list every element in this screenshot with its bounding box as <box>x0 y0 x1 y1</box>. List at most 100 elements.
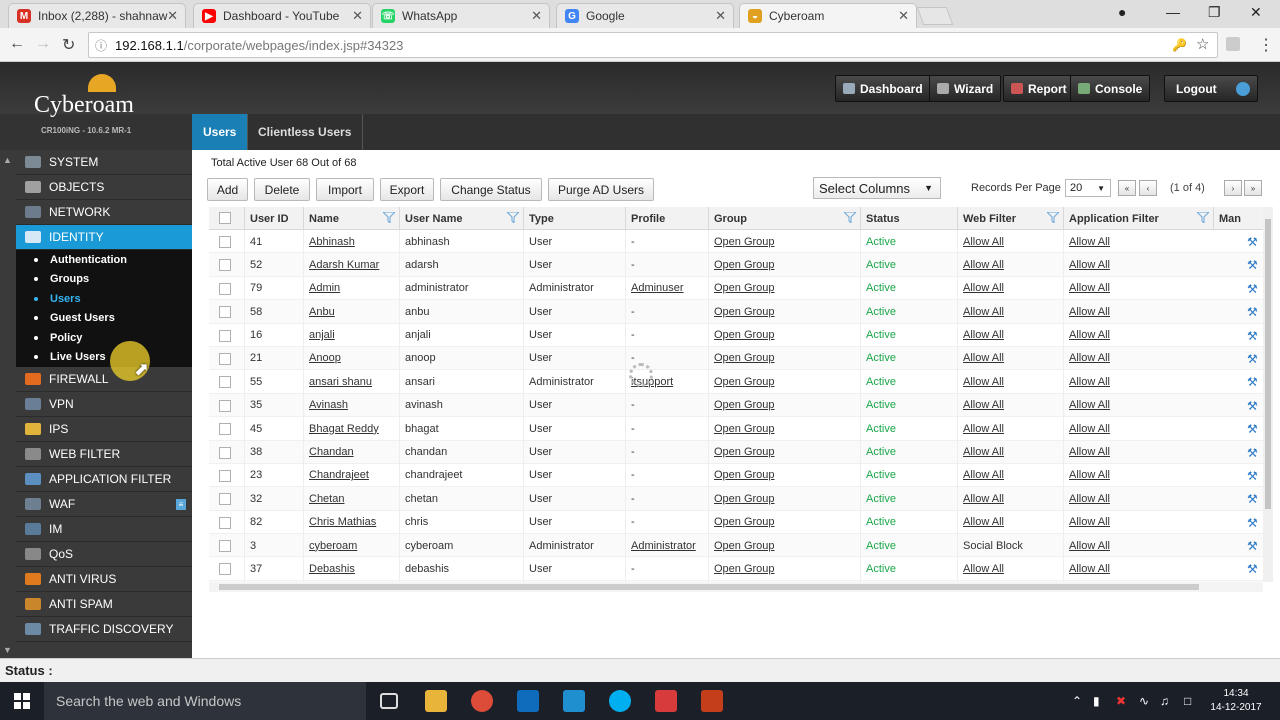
table-row[interactable]: 52 Adarsh Kumar adarsh User - Open Group Activ… <box>209 253 1263 277</box>
cell-web-filter[interactable]: Allow All <box>957 510 1063 534</box>
sidebar-item-ips[interactable]: IPS <box>16 417 192 442</box>
close-tab-icon[interactable]: ✕ <box>898 8 909 24</box>
cell-group[interactable]: Open Group <box>708 346 860 370</box>
cell-name[interactable]: Chetan <box>303 487 399 511</box>
cell-name[interactable]: Avinash <box>303 393 399 417</box>
sidebar-item-qos[interactable]: QoS <box>16 542 192 567</box>
row-checkbox[interactable] <box>219 423 231 436</box>
cell-name[interactable]: Chandrajeet <box>303 463 399 487</box>
filter-icon[interactable] <box>507 212 519 223</box>
row-checkbox[interactable] <box>219 282 231 295</box>
filter-icon[interactable] <box>1197 212 1209 223</box>
cell-group[interactable]: Open Group <box>708 487 860 511</box>
new-tab-button[interactable] <box>916 7 954 25</box>
table-horizontal-scrollbar[interactable] <box>209 582 1263 592</box>
cell-group[interactable]: Open Group <box>708 557 860 581</box>
cell-name[interactable]: Debashis <box>303 557 399 581</box>
cell-group[interactable]: Open Group <box>708 253 860 277</box>
table-row[interactable]: 23 Chandrajeet chandrajeet User - Open Group A… <box>209 463 1263 488</box>
key-icon[interactable]: 🔑 <box>1172 38 1187 52</box>
sidebar-subitem-guest-users[interactable]: Guest Users <box>16 308 192 328</box>
cell-application-filter[interactable]: Allow All <box>1063 346 1213 370</box>
wizard-button[interactable]: Wizard <box>929 75 1002 102</box>
sidebar-item-waf[interactable]: WAF ≡ <box>16 492 192 517</box>
cell-group[interactable]: Open Group <box>708 417 860 441</box>
edit-wrench-icon[interactable]: ⚒ <box>1247 469 1258 483</box>
table-row[interactable]: 16 anjali anjali User - Open Group Active Allow… <box>209 323 1263 347</box>
edit-wrench-icon[interactable]: ⚒ <box>1247 562 1258 576</box>
cell-application-filter[interactable]: Allow All <box>1063 417 1213 441</box>
row-checkbox[interactable] <box>219 446 231 459</box>
records-per-page-select[interactable]: 20 ▼ <box>1065 179 1111 197</box>
cell-group[interactable]: Open Group <box>708 323 860 347</box>
cell-name[interactable]: ansari shanu <box>303 370 399 394</box>
row-checkbox[interactable] <box>219 563 231 576</box>
file-explorer-icon[interactable] <box>425 690 447 712</box>
next-page-icon[interactable]: › <box>1224 180 1242 196</box>
task-view-icon[interactable] <box>380 693 398 709</box>
browser-tab[interactable]: ▶ Dashboard - YouTube ✕ <box>193 3 371 28</box>
page-info-icon[interactable]: ⓘ <box>95 37 107 54</box>
column-header-type[interactable]: Type <box>523 207 625 230</box>
cell-web-filter[interactable]: Allow All <box>957 463 1063 487</box>
console-button[interactable]: Console <box>1070 75 1151 102</box>
close-tab-icon[interactable]: ✕ <box>715 8 726 24</box>
sidebar-item-im[interactable]: IM <box>16 517 192 542</box>
edit-wrench-icon[interactable]: ⚒ <box>1247 446 1258 460</box>
sidebar-item-traffic-discovery[interactable]: TRAFFIC DISCOVERY <box>16 617 192 642</box>
back-icon[interactable]: ← <box>9 35 25 53</box>
filter-icon[interactable] <box>1047 212 1059 223</box>
cell-application-filter[interactable]: Allow All <box>1063 323 1213 347</box>
edit-wrench-icon[interactable]: ⚒ <box>1247 492 1258 506</box>
cell-name[interactable]: Bhagat Reddy <box>303 417 399 441</box>
minimize-icon[interactable]: — <box>1166 4 1180 20</box>
browser-tab[interactable]: ◒ Cyberoam ✕ <box>739 3 917 28</box>
cell-profile[interactable]: Administrator <box>625 534 708 558</box>
sidebar-item-network[interactable]: NETWORK <box>16 200 192 225</box>
sidebar-item-objects[interactable]: OBJECTS <box>16 175 192 200</box>
taskbar-clock[interactable]: 14:34 14-12-2017 <box>1206 687 1266 715</box>
url-input[interactable]: ⓘ 192.168.1.1/corporate/webpages/index.j… <box>88 32 1218 58</box>
table-row[interactable]: 32 Chetan chetan User - Open Group Active Allow… <box>209 487 1263 511</box>
cell-application-filter[interactable]: Allow All <box>1063 463 1213 487</box>
edit-wrench-icon[interactable]: ⚒ <box>1247 352 1258 366</box>
cell-web-filter[interactable]: Allow All <box>957 417 1063 441</box>
cell-group[interactable]: Open Group <box>708 230 860 253</box>
cell-group[interactable]: Open Group <box>708 440 860 464</box>
cell-group[interactable]: Open Group <box>708 534 860 558</box>
cell-application-filter[interactable]: Allow All <box>1063 276 1213 300</box>
table-row[interactable]: 37 Debashis debashis User - Open Group Active A… <box>209 557 1263 581</box>
close-tab-icon[interactable]: ✕ <box>167 8 178 24</box>
cell-name[interactable]: Anbu <box>303 300 399 324</box>
cell-name[interactable]: Chris Mathias <box>303 510 399 534</box>
column-header-user-id[interactable]: User ID <box>244 207 303 230</box>
cell-web-filter[interactable]: Social Block <box>957 534 1063 558</box>
row-checkbox[interactable] <box>219 259 231 272</box>
cell-name[interactable]: Admin <box>303 276 399 300</box>
cell-web-filter[interactable]: Allow All <box>957 557 1063 581</box>
row-checkbox[interactable] <box>219 399 231 412</box>
column-header-user-name[interactable]: User Name <box>399 207 523 230</box>
purge-ad-users-button[interactable]: Purge AD Users <box>548 178 654 201</box>
cell-web-filter[interactable]: Allow All <box>957 487 1063 511</box>
select-all-checkbox[interactable] <box>219 212 231 224</box>
cell-application-filter[interactable]: Allow All <box>1063 557 1213 581</box>
antivirus-tray-icon[interactable]: ✖ <box>1116 694 1126 708</box>
extension-icon[interactable] <box>1226 37 1240 51</box>
report-button[interactable]: Report <box>1003 75 1075 102</box>
bookmark-star-icon[interactable]: ☆ <box>1196 35 1209 53</box>
edit-wrench-icon[interactable]: ⚒ <box>1247 235 1258 249</box>
column-header-web-filter[interactable]: Web Filter <box>957 207 1063 230</box>
row-checkbox[interactable] <box>219 493 231 506</box>
sidebar-item-firewall[interactable]: FIREWALL <box>16 367 192 392</box>
restore-icon[interactable]: ❐ <box>1208 4 1221 21</box>
cell-web-filter[interactable]: Allow All <box>957 346 1063 370</box>
table-row[interactable]: 35 Avinash avinash User - Open Group Active All… <box>209 393 1263 418</box>
edit-wrench-icon[interactable]: ⚒ <box>1247 539 1258 553</box>
first-page-icon[interactable]: « <box>1118 180 1136 196</box>
skype-icon[interactable] <box>609 690 631 712</box>
reload-icon[interactable]: ↻ <box>62 35 75 55</box>
edit-wrench-icon[interactable]: ⚒ <box>1247 399 1258 413</box>
cell-web-filter[interactable]: Allow All <box>957 230 1063 253</box>
notifications-icon[interactable]: □ <box>1184 694 1191 708</box>
